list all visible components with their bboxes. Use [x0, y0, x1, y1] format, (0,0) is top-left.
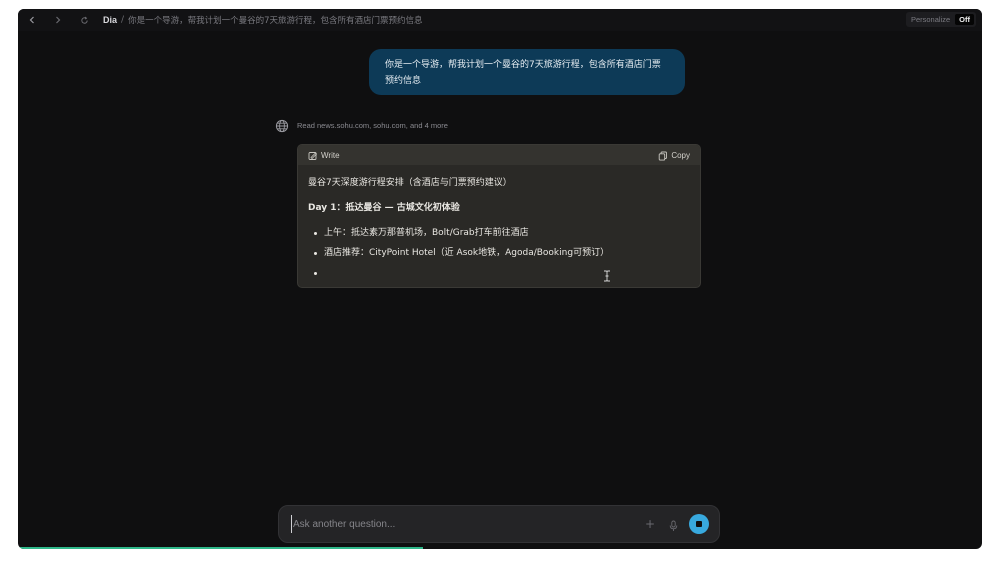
list-item: [308, 267, 690, 279]
edit-icon: [308, 146, 318, 165]
day-heading: Day 1：抵达曼谷 — 古城文化初体验: [308, 203, 460, 213]
write-card-header: Write Copy: [298, 145, 700, 165]
plus-icon[interactable]: +: [645, 517, 655, 531]
globe-icon: [275, 118, 289, 133]
personalize-control[interactable]: Personalize Off: [905, 12, 976, 27]
sources-row[interactable]: Read news.sohu.com, sohu.com, and 4 more: [275, 118, 448, 133]
stop-icon: [696, 521, 702, 527]
personalize-label: Personalize: [910, 15, 951, 24]
progress-fill: [18, 547, 423, 549]
user-message-text: 你是一个导游，帮我计划一个曼谷的7天旅游行程，包含所有酒店门票预约信息: [385, 60, 661, 86]
bullet-list: 上午：抵达素万那普机场，Bolt/Grab打车前往酒店 酒店推荐：CityPoi…: [308, 227, 690, 279]
copy-button[interactable]: Copy: [658, 146, 690, 165]
app-name[interactable]: Dia: [103, 15, 117, 25]
browser-window: Dia / 你是一个导游，帮我计划一个曼谷的7天旅游行程，包含所有酒店门票预约信…: [18, 9, 982, 549]
forward-icon[interactable]: [51, 13, 65, 27]
stop-button[interactable]: [689, 514, 709, 534]
copy-icon: [658, 146, 668, 165]
page-title: 你是一个导游，帮我计划一个曼谷的7天旅游行程，包含所有酒店门票预约信息: [128, 16, 423, 26]
write-label: Write: [321, 150, 340, 160]
write-label-group: Write: [308, 146, 340, 165]
back-icon[interactable]: [25, 13, 39, 27]
write-card: Write Copy 曼谷7天深度游行程安排（含酒店与门票预约建议） Day 1…: [297, 144, 701, 288]
list-item: 酒店推荐：CityPoint Hotel（近 Asok地铁，Agoda/Book…: [308, 247, 690, 259]
top-bar: Dia / 你是一个导游，帮我计划一个曼谷的7天旅游行程，包含所有酒店门票预约信…: [18, 9, 982, 31]
ask-input[interactable]: [291, 515, 623, 533]
copy-label: Copy: [671, 150, 690, 160]
ask-bar: +: [278, 505, 720, 543]
microphone-icon[interactable]: [669, 517, 678, 536]
text-cursor-icon: [603, 267, 611, 286]
breadcrumb-separator: /: [121, 15, 125, 25]
reload-icon[interactable]: [77, 13, 91, 27]
write-card-body: 曼谷7天深度游行程安排（含酒店与门票预约建议） Day 1：抵达曼谷 — 古城文…: [298, 177, 700, 279]
progress-bar: [18, 547, 982, 549]
personalize-toggle[interactable]: Off: [955, 14, 974, 25]
list-item: 上午：抵达素万那普机场，Bolt/Grab打车前往酒店: [308, 227, 690, 239]
sources-text: Read news.sohu.com, sohu.com, and 4 more: [297, 120, 448, 130]
user-message-bubble: 你是一个导游，帮我计划一个曼谷的7天旅游行程，包含所有酒店门票预约信息: [369, 49, 685, 95]
itinerary-title: 曼谷7天深度游行程安排（含酒店与门票预约建议）: [308, 178, 512, 188]
